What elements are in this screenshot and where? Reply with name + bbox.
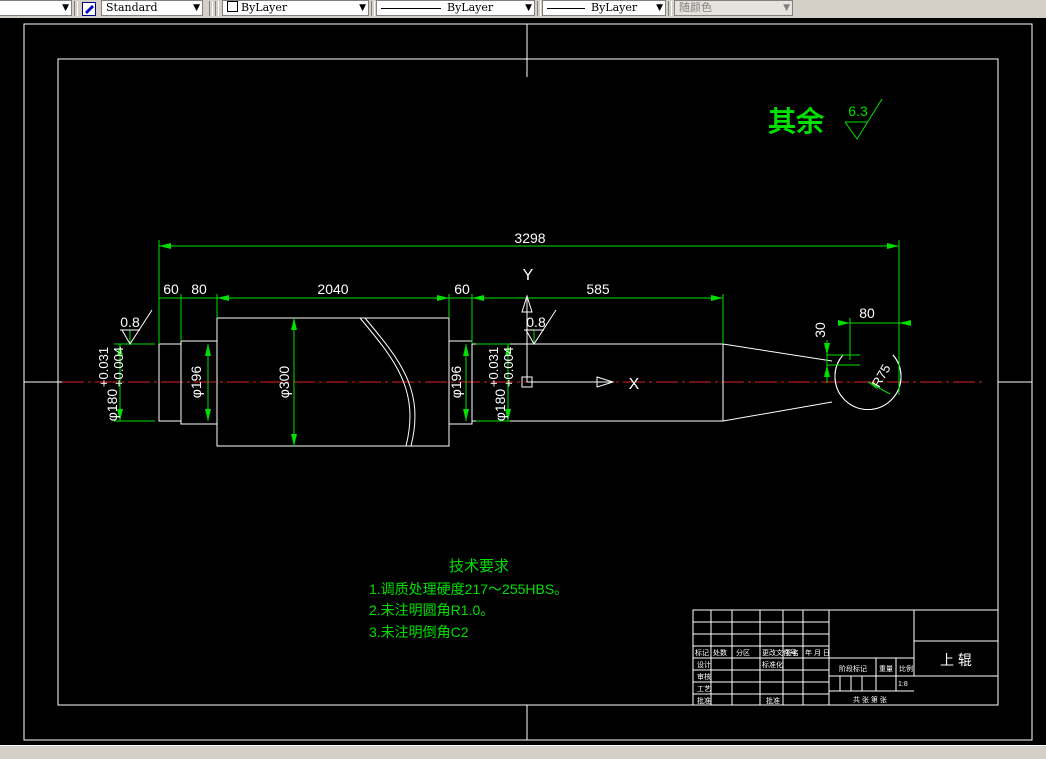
toolbar-separator: [215, 1, 219, 16]
tb-stage: 阶段标记: [839, 664, 867, 673]
ucs-y-label: Y: [523, 267, 534, 284]
toolbar-separator: [371, 1, 375, 16]
text-style-icon[interactable]: [82, 1, 96, 16]
color-value: ByLayer: [241, 1, 288, 14]
tb-date: 年 月 日: [805, 648, 830, 657]
lineweight-value: ByLayer: [591, 1, 638, 14]
status-bar: [0, 745, 1046, 759]
dim-phi196-right: φ196: [448, 366, 464, 399]
part-name: 上 辊: [940, 652, 972, 668]
toolbar-separator: [74, 1, 78, 16]
dim-radius: R75: [869, 362, 894, 390]
plotstyle-value: 随颜色: [679, 1, 712, 14]
tol-left-lower: +0.004: [111, 347, 126, 387]
chevron-down-icon: ▼: [193, 3, 200, 13]
tech-req-item: 3.未注明倒角C2: [369, 624, 469, 640]
chevron-down-icon: ▼: [62, 3, 69, 13]
lineweight-sample: [547, 7, 585, 9]
chevron-down-icon: ▼: [656, 3, 663, 13]
tech-req-item: 1.调质处理硬度217～255HBS。: [369, 581, 568, 597]
ucs-x-label: X: [629, 376, 640, 393]
tol-right-lower: +0.004: [501, 347, 516, 387]
tb-std: 标准化: [762, 660, 783, 669]
toolbar-separator: [668, 1, 672, 16]
dim-60-left: 60: [163, 281, 179, 297]
dim-phi196-left: φ196: [188, 366, 204, 399]
tb-approve: 批准: [697, 696, 711, 705]
tb-qty: 处数: [713, 648, 727, 657]
tb-sheets: 共 张 第 张: [853, 695, 887, 704]
tb-mark: 标记: [695, 648, 709, 657]
tech-req-title: 技术要求: [449, 558, 509, 575]
toolbar-separator: [209, 1, 213, 16]
color-swatch-icon: [227, 1, 238, 12]
dim-phi300: φ300: [276, 366, 292, 399]
dim-phi180-right: φ180: [492, 389, 508, 422]
chevron-down-icon: ▼: [359, 3, 366, 13]
tb-approve-right: 批准: [766, 696, 780, 705]
roughness-left-value: 0.8: [120, 314, 140, 330]
tb-weight: 重量: [879, 665, 893, 673]
dim-585: 585: [586, 281, 610, 297]
chevron-down-icon: ▼: [783, 3, 790, 13]
drawing-svg[interactable]: 其余 6.3 3298 60 80 2040 60 585 80 30 R75 …: [0, 18, 1046, 745]
drawing-canvas[interactable]: 其余 6.3 3298 60 80 2040 60 585 80 30 R75 …: [0, 18, 1046, 745]
dim-overall: 3298: [514, 230, 545, 246]
plotstyle-combo: 随颜色 ▼: [674, 0, 793, 16]
tol-right-upper: +0.031: [486, 347, 501, 387]
dim-80-right: 80: [859, 305, 875, 321]
dim-body-length: 2040: [317, 281, 348, 297]
tech-req-item: 2.未注明圆角R1.0。: [369, 602, 494, 618]
dim-60-right: 60: [454, 281, 470, 297]
tol-left-upper: +0.031: [96, 347, 111, 387]
surface-remaining-value: 6.3: [848, 103, 868, 119]
dim-80-left: 80: [191, 281, 207, 297]
toolbar-separator: [537, 1, 541, 16]
tb-design: 设计: [697, 660, 711, 669]
previous-combo[interactable]: ▼: [0, 0, 72, 16]
tb-process: 工艺: [697, 685, 711, 693]
chevron-down-icon: ▼: [525, 3, 532, 13]
linetype-sample: [381, 7, 441, 9]
roughness-symbols: [120, 309, 557, 345]
roughness-right-value: 0.8: [526, 314, 546, 330]
tb-scale: 1:8: [898, 681, 908, 688]
linetype-combo[interactable]: ByLayer ▼: [376, 0, 535, 16]
tb-ratio: 比例: [899, 664, 913, 673]
color-combo[interactable]: ByLayer ▼: [222, 0, 369, 16]
dim-30: 30: [812, 322, 828, 338]
text-style-combo[interactable]: Standard ▼: [101, 0, 203, 16]
properties-toolbar: ▼ Standard ▼ ByLayer ▼ ByLayer ▼ ByLayer…: [0, 0, 1046, 19]
dim-phi180-left: φ180: [104, 389, 120, 422]
tb-sign: 签名: [785, 648, 799, 657]
linetype-value: ByLayer: [447, 1, 494, 14]
lineweight-combo[interactable]: ByLayer ▼: [542, 0, 666, 16]
tb-check: 审核: [697, 672, 711, 681]
tb-zone: 分区: [736, 648, 750, 657]
text-style-value: Standard: [106, 1, 158, 14]
surface-remaining-label: 其余: [768, 105, 825, 137]
